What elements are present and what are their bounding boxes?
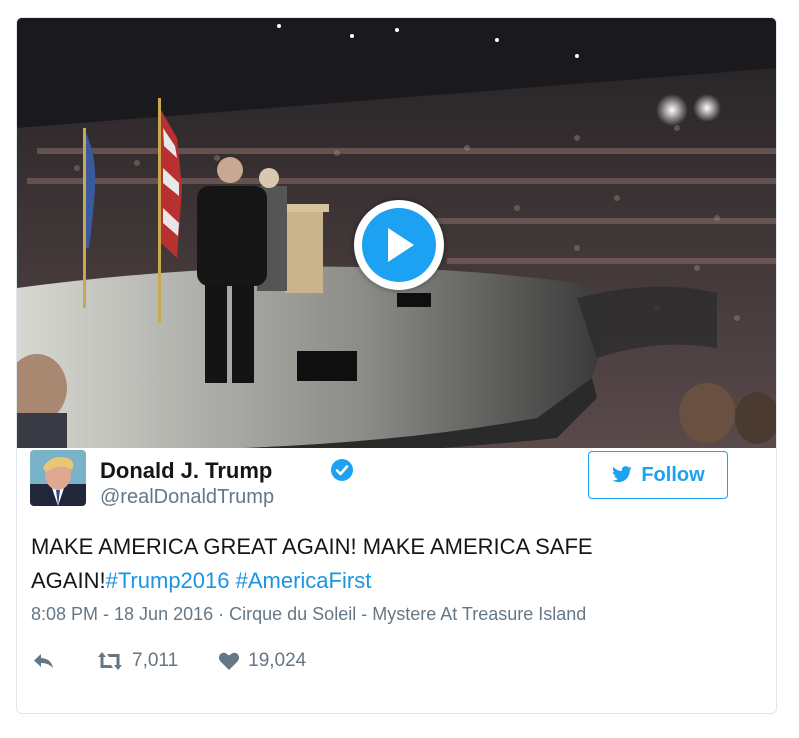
retweet-button[interactable]: 7,011 (96, 650, 178, 672)
play-icon (362, 208, 436, 282)
follow-label: Follow (641, 463, 705, 486)
avatar[interactable] (30, 450, 86, 506)
retweet-count: 7,011 (132, 650, 179, 671)
hashtag-americafirst[interactable]: #AmericaFirst (236, 568, 372, 593)
hashtag-trump2016[interactable]: #Trump2016 (106, 568, 230, 593)
author-name[interactable]: Donald J. Trump (100, 458, 272, 484)
timestamp[interactable]: 8:08 PM - 18 Jun 2016 (31, 604, 213, 624)
video-thumbnail[interactable] (17, 18, 776, 448)
reply-icon (34, 654, 53, 668)
like-button[interactable]: 19,024 (218, 650, 306, 672)
verified-badge-icon (331, 459, 353, 481)
author-handle[interactable]: @realDonaldTrump (100, 486, 274, 509)
location-link[interactable]: Cirque du Soleil - Mystere At Treasure I… (229, 604, 586, 624)
twitter-bird-icon (612, 466, 633, 483)
like-count: 19,024 (248, 650, 307, 671)
heart-icon (219, 652, 240, 670)
play-button[interactable] (354, 200, 444, 290)
tweet-actions: 7,011 19,024 (32, 646, 346, 676)
reply-button[interactable] (32, 652, 56, 670)
tweet-meta: 8:08 PM - 18 Jun 2016 · Cirque du Soleil… (31, 604, 586, 625)
meta-separator: · (213, 604, 230, 624)
retweet-icon (98, 652, 122, 670)
follow-button[interactable]: Follow (588, 451, 728, 499)
tweet-text: MAKE AMERICA GREAT AGAIN! MAKE AMERICA S… (31, 530, 731, 598)
